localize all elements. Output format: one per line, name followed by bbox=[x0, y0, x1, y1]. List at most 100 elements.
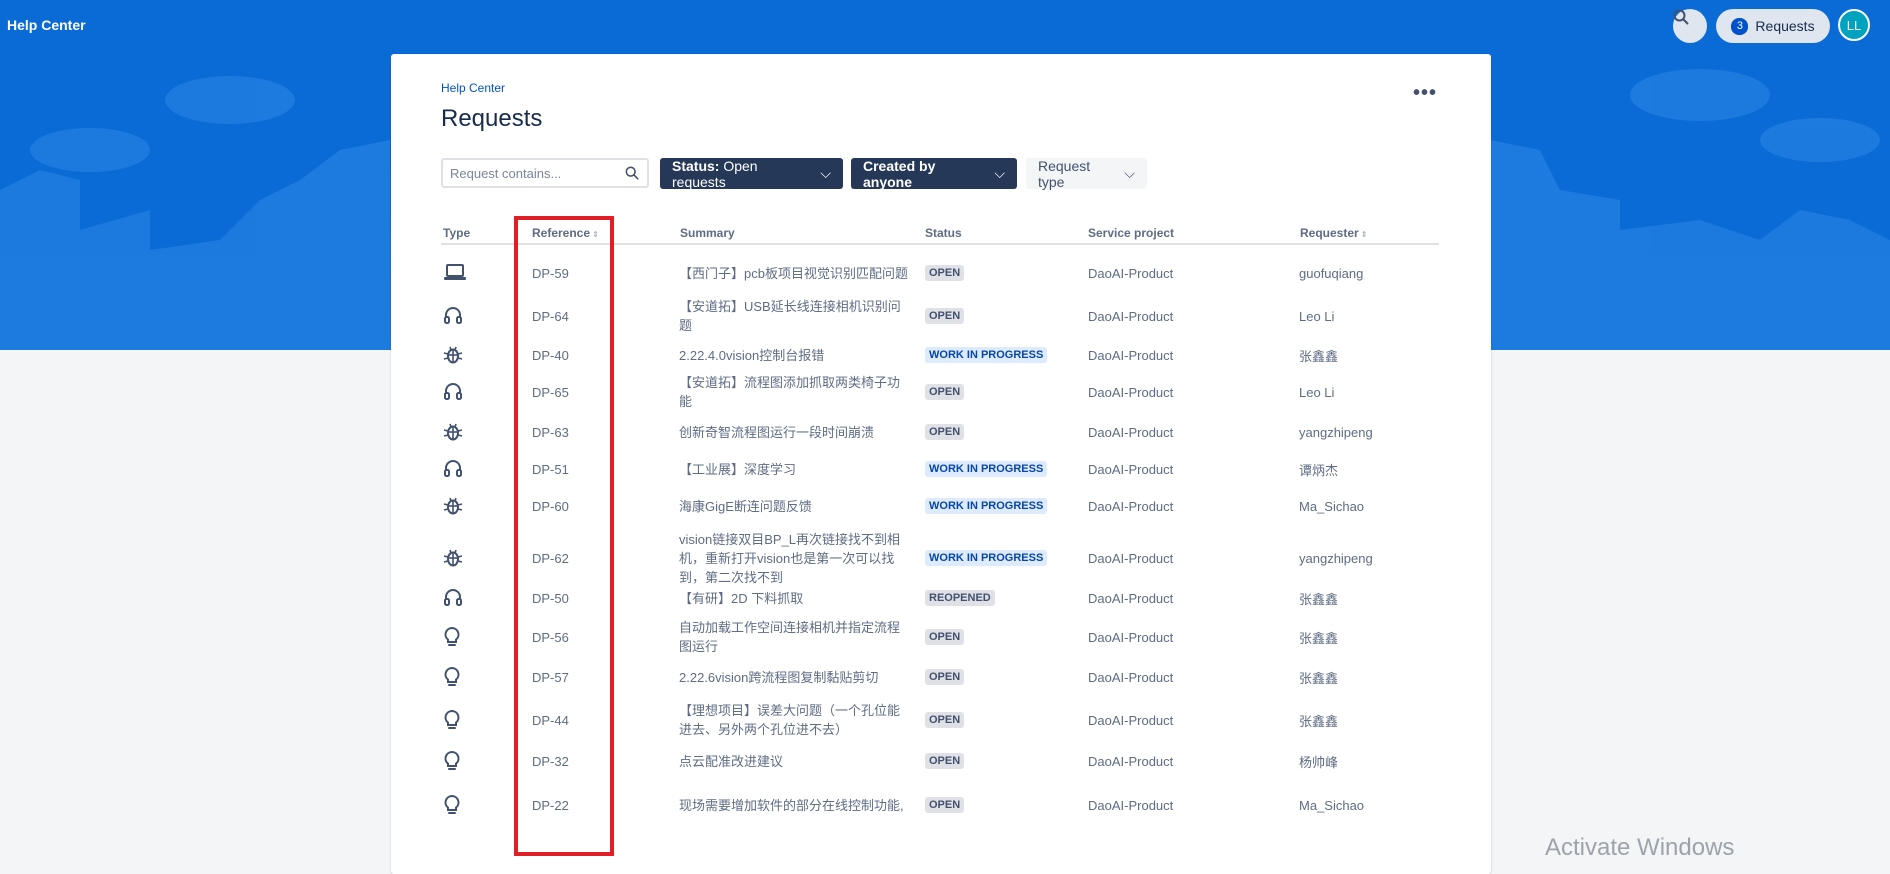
table-row[interactable]: DP-62 vision链接双目BP_L再次链接找不到相机，重新打开vision也… bbox=[441, 528, 1439, 588]
reference-link[interactable]: DP-22 bbox=[532, 785, 569, 825]
table-row[interactable]: DP-59 【西门子】pcb板项目视觉识别匹配问题 OPEN DaoAI-Produc… bbox=[441, 253, 1439, 293]
table-header: Type Reference ⇕ Summary Status Service … bbox=[441, 223, 1439, 245]
summary-link[interactable]: 2.22.6vision跨流程图复制黏贴剪切 bbox=[679, 660, 909, 694]
reference-link[interactable]: DP-56 bbox=[532, 617, 569, 657]
global-search-button[interactable] bbox=[1673, 9, 1707, 43]
search-icon bbox=[1673, 9, 1689, 25]
service-project-cell: DaoAI-Product bbox=[1088, 384, 1174, 400]
summary-link[interactable]: 【工业展】深度学习 bbox=[679, 452, 909, 486]
reference-link[interactable]: DP-50 bbox=[532, 581, 569, 615]
reference-link[interactable]: DP-62 bbox=[532, 528, 569, 588]
service-project-cell: DaoAI-Product bbox=[1088, 550, 1174, 566]
reference-link[interactable]: DP-57 bbox=[532, 660, 569, 694]
summary-link[interactable]: vision链接双目BP_L再次链接找不到相机，重新打开vision也是第一次可… bbox=[679, 528, 909, 588]
summary-link[interactable]: 创新奇智流程图运行一段时间崩溃 bbox=[679, 415, 909, 449]
table-row[interactable]: DP-64 【安道拓】USB延长线连接相机识别问题 OPEN DaoAI-Produc… bbox=[441, 296, 1439, 336]
requester-cell: 张鑫鑫 bbox=[1299, 713, 1339, 729]
created-by-filter-dropdown[interactable]: Created by anyone ⌵ bbox=[851, 158, 1017, 190]
table-row[interactable]: DP-44 【理想项目】误差大问题（一个孔位能进去、另外两个孔位进不去） OPEN D… bbox=[441, 700, 1439, 740]
reference-link[interactable]: DP-51 bbox=[532, 452, 569, 486]
status-badge: OPEN bbox=[925, 753, 965, 769]
summary-link[interactable]: 【理想项目】误差大问题（一个孔位能进去、另外两个孔位进不去） bbox=[679, 700, 909, 740]
summary-link[interactable]: 自动加载工作空间连接相机并指定流程图运行 bbox=[679, 617, 909, 657]
table-row[interactable]: DP-32 点云配准改进建议 OPEN DaoAI-Product 杨帅峰 bbox=[441, 744, 1439, 778]
status-cell: OPEN bbox=[925, 296, 965, 336]
reference-link[interactable]: DP-65 bbox=[532, 372, 569, 412]
table-row[interactable]: DP-63 创新奇智流程图运行一段时间崩溃 OPEN DaoAI-Product yan… bbox=[441, 415, 1439, 449]
table-row[interactable]: DP-51 【工业展】深度学习 WORK IN PROGRESS DaoAI-Prod… bbox=[441, 452, 1439, 486]
requests-table: Type Reference ⇕ Summary Status Service … bbox=[441, 223, 1439, 814]
table-row[interactable]: DP-57 2.22.6vision跨流程图复制黏贴剪切 OPEN DaoAI-Pro… bbox=[441, 660, 1439, 694]
headset-icon bbox=[443, 296, 463, 336]
summary-link[interactable]: 现场需要增加软件的部分在线控制功能, bbox=[679, 785, 909, 825]
service-project-cell: DaoAI-Product bbox=[1088, 461, 1174, 477]
reference-link[interactable]: DP-40 bbox=[532, 338, 569, 372]
summary-link[interactable]: 点云配准改进建议 bbox=[679, 744, 909, 778]
status-badge: WORK IN PROGRESS bbox=[925, 498, 1048, 514]
headset-icon bbox=[443, 452, 463, 486]
search-icon bbox=[625, 166, 639, 180]
summary-link[interactable]: 2.22.4.0vision控制台报错 bbox=[679, 338, 909, 372]
request-search-input[interactable] bbox=[448, 164, 625, 182]
service-project-cell: DaoAI-Product bbox=[1088, 629, 1174, 645]
lightbulb-icon bbox=[443, 744, 461, 778]
service-project-cell: DaoAI-Product bbox=[1088, 308, 1174, 324]
breadcrumb[interactable]: Help Center bbox=[441, 81, 505, 95]
more-actions-button[interactable]: ••• bbox=[1413, 82, 1437, 105]
column-header-requester[interactable]: Requester ⇕ bbox=[1300, 226, 1368, 240]
requester-cell: yangzhipeng bbox=[1299, 550, 1373, 566]
summary-link[interactable]: 【有研】2D 下料抓取 bbox=[679, 581, 909, 615]
status-badge: REOPENED bbox=[925, 590, 995, 606]
chevron-down-icon: ⌵ bbox=[1124, 165, 1135, 181]
lightbulb-icon bbox=[443, 785, 461, 825]
status-cell: OPEN bbox=[925, 372, 965, 412]
bug-icon bbox=[443, 528, 463, 588]
requester-cell: 张鑫鑫 bbox=[1299, 348, 1339, 364]
requester-cell: Ma_Sichao bbox=[1299, 498, 1365, 514]
table-row[interactable]: DP-56 自动加载工作空间连接相机并指定流程图运行 OPEN DaoAI-Produ… bbox=[441, 617, 1439, 657]
reference-link[interactable]: DP-32 bbox=[532, 744, 569, 778]
headset-icon bbox=[443, 372, 463, 412]
requests-button[interactable]: 3 Requests bbox=[1716, 9, 1830, 43]
user-avatar[interactable]: LL bbox=[1838, 9, 1870, 41]
status-cell: OPEN bbox=[925, 785, 965, 825]
column-header-reference[interactable]: Reference ⇕ bbox=[532, 226, 599, 240]
request-search-field[interactable] bbox=[441, 158, 649, 188]
request-type-filter-dropdown[interactable]: Request type ⌵ bbox=[1026, 157, 1147, 190]
chevron-down-icon: ⌵ bbox=[820, 165, 831, 181]
reference-link[interactable]: DP-64 bbox=[532, 296, 569, 336]
status-badge: OPEN bbox=[925, 265, 965, 281]
table-row[interactable]: DP-22 现场需要增加软件的部分在线控制功能, OPEN DaoAI-Product… bbox=[441, 785, 1439, 825]
service-project-cell: DaoAI-Product bbox=[1088, 265, 1174, 281]
table-row[interactable]: DP-40 2.22.4.0vision控制台报错 WORK IN PROGRESS… bbox=[441, 338, 1439, 372]
summary-link[interactable]: 海康GigE断连问题反馈 bbox=[679, 489, 909, 523]
status-badge: OPEN bbox=[925, 384, 965, 400]
request-type-filter-label: Request type bbox=[1038, 157, 1091, 190]
status-badge: WORK IN PROGRESS bbox=[925, 550, 1048, 566]
requester-cell: Leo Li bbox=[1299, 384, 1335, 400]
requester-cell: 张鑫鑫 bbox=[1299, 591, 1339, 607]
help-center-title[interactable]: Help Center bbox=[7, 17, 86, 33]
status-badge: OPEN bbox=[925, 308, 965, 324]
reference-link[interactable]: DP-44 bbox=[532, 700, 569, 740]
status-cell: WORK IN PROGRESS bbox=[925, 528, 1048, 588]
service-project-cell: DaoAI-Product bbox=[1088, 590, 1174, 606]
table-row[interactable]: DP-65 【安道拓】流程图添加抓取两类椅子功能 OPEN DaoAI-Product… bbox=[441, 372, 1439, 412]
reference-link[interactable]: DP-60 bbox=[532, 489, 569, 523]
status-badge: WORK IN PROGRESS bbox=[925, 347, 1048, 363]
service-project-cell: DaoAI-Product bbox=[1088, 712, 1174, 728]
reference-link[interactable]: DP-63 bbox=[532, 415, 569, 449]
summary-link[interactable]: 【安道拓】USB延长线连接相机识别问题 bbox=[679, 296, 909, 336]
laptop-icon bbox=[443, 253, 467, 293]
status-cell: WORK IN PROGRESS bbox=[925, 452, 1048, 486]
lightbulb-icon bbox=[443, 617, 461, 657]
summary-link[interactable]: 【西门子】pcb板项目视觉识别匹配问题 bbox=[679, 253, 909, 293]
status-cell: OPEN bbox=[925, 700, 965, 740]
table-row[interactable]: DP-50 【有研】2D 下料抓取 REOPENED DaoAI-Product 张鑫鑫 bbox=[441, 581, 1439, 615]
status-filter-dropdown[interactable]: Status: Open requests ⌵ bbox=[660, 158, 843, 190]
table-row[interactable]: DP-60 海康GigE断连问题反馈 WORK IN PROGRESS DaoAI-P… bbox=[441, 489, 1439, 523]
bug-icon bbox=[443, 338, 463, 372]
requests-card: Help Center Requests ••• Status: Open re… bbox=[391, 54, 1491, 874]
reference-link[interactable]: DP-59 bbox=[532, 253, 569, 293]
summary-link[interactable]: 【安道拓】流程图添加抓取两类椅子功能 bbox=[679, 372, 909, 412]
